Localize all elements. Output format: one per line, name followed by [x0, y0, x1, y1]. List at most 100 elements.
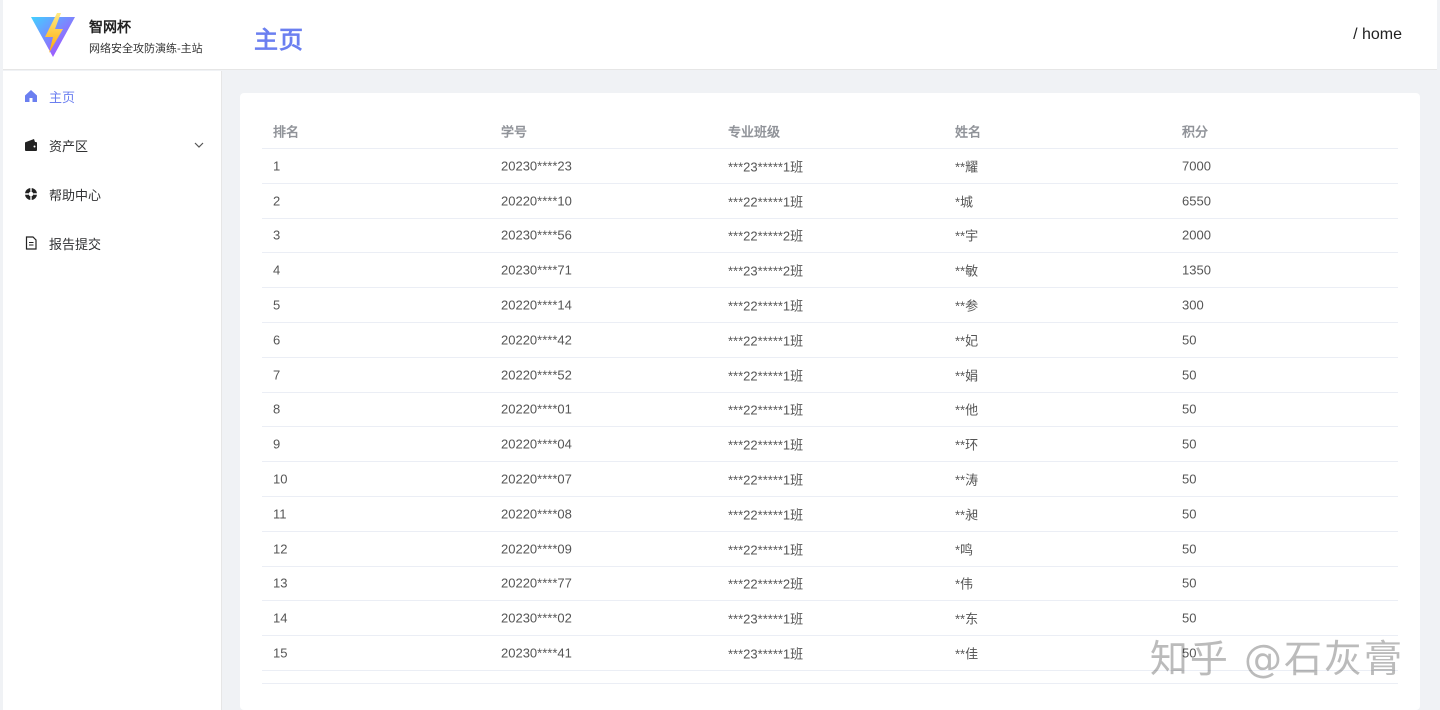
cell-name: **敏: [955, 263, 979, 279]
header-student-id[interactable]: 学号: [501, 121, 527, 140]
cell-class: ***22*****1班: [728, 542, 804, 558]
table-row[interactable]: 4 20230****71 ***23*****2班 **敏 1350: [262, 253, 1398, 289]
cell-score: 50: [1182, 367, 1197, 383]
table-row[interactable]: 5 20220****14 ***22*****1班 **参 300: [262, 288, 1398, 323]
cell-student-id: 20220****10: [501, 193, 572, 209]
cell-score: 50: [1182, 471, 1197, 487]
cell-score: 50: [1182, 436, 1197, 452]
wallet-icon: [23, 137, 39, 153]
cell-rank: 13: [273, 575, 288, 591]
breadcrumb[interactable]: / home: [1353, 26, 1402, 44]
table-header-row: 排名 学号 专业班级 姓名 积分: [262, 113, 1398, 149]
table-row[interactable]: 3 20230****56 ***22*****2班 **宇 2000: [262, 219, 1398, 254]
table-row[interactable]: 6 20220****42 ***22*****1班 **妃 50: [262, 323, 1398, 358]
cell-student-id: 20220****08: [501, 506, 572, 522]
ranking-card: 排名 学号 专业班级 姓名 积分 1 20230****23 ***23*****1…: [240, 93, 1420, 710]
app-root: 智网杯 网络安全攻防演练-主站 主页 / home 主页 资产区 帮助中心 报告…: [0, 0, 1440, 710]
sidebar-item-label: 主页: [49, 89, 76, 105]
cell-name: **涛: [955, 472, 979, 488]
cell-class: ***23*****1班: [728, 646, 804, 662]
cell-score: 6550: [1182, 193, 1211, 209]
brand-title: 智网杯: [89, 19, 131, 35]
cell-rank: 3: [273, 227, 281, 243]
cell-score: 7000: [1182, 158, 1211, 174]
help-icon: [23, 186, 39, 202]
cell-class: ***22*****1班: [728, 194, 804, 210]
cell-rank: 14: [273, 610, 288, 626]
cell-name: *鸣: [955, 542, 974, 558]
cell-name: **宇: [955, 228, 979, 244]
table-row[interactable]: 11 20220****08 ***22*****1班 **昶 50: [262, 497, 1398, 532]
cell-score: 50: [1182, 610, 1197, 626]
sidebar-item-help[interactable]: 帮助中心: [3, 174, 222, 214]
cell-class: ***22*****1班: [728, 437, 804, 453]
table-row[interactable]: 10 20220****07 ***22*****1班 **涛 50: [262, 462, 1398, 497]
cell-class: ***22*****2班: [728, 228, 804, 244]
sidebar-item-report[interactable]: 报告提交: [3, 223, 222, 263]
sidebar-item-home[interactable]: 主页: [3, 76, 222, 116]
header-name[interactable]: 姓名: [955, 121, 981, 140]
ranking-table: 排名 学号 专业班级 姓名 积分 1 20230****23 ***23*****1…: [262, 113, 1398, 671]
cell-student-id: 20220****52: [501, 367, 572, 383]
header-score[interactable]: 积分: [1182, 121, 1208, 140]
cell-student-id: 20220****09: [501, 541, 572, 557]
table-row[interactable]: 13 20220****77 ***22*****2班 *伟 50: [262, 567, 1398, 602]
table-row[interactable]: 9 20220****04 ***22*****1班 **环 50: [262, 427, 1398, 463]
cell-student-id: 20220****04: [501, 436, 572, 452]
table-row[interactable]: 12 20220****09 ***22*****1班 *鸣 50: [262, 532, 1398, 567]
cell-class: ***22*****1班: [728, 402, 804, 418]
cell-student-id: 20230****23: [501, 158, 572, 174]
cell-student-id: 20220****77: [501, 575, 572, 591]
table-footer-divider: [262, 683, 1398, 684]
cell-score: 50: [1182, 401, 1197, 417]
cell-student-id: 20230****41: [501, 645, 572, 661]
chevron-down-icon[interactable]: [194, 140, 204, 150]
home-icon: [23, 88, 39, 104]
cell-student-id: 20220****01: [501, 401, 572, 417]
cell-class: ***23*****1班: [728, 159, 804, 175]
cell-rank: 4: [273, 262, 281, 278]
header-class[interactable]: 专业班级: [728, 121, 780, 140]
cell-class: ***22*****1班: [728, 368, 804, 384]
brand-subtitle: 网络安全攻防演练-主站: [89, 43, 203, 55]
cell-rank: 1: [273, 158, 281, 174]
cell-rank: 12: [273, 541, 288, 557]
cell-score: 50: [1182, 332, 1197, 348]
cell-name: *城: [955, 194, 974, 210]
cell-score: 50: [1182, 541, 1197, 557]
table-row[interactable]: 7 20220****52 ***22*****1班 **娟 50: [262, 358, 1398, 393]
cell-name: **环: [955, 437, 979, 453]
cell-name: *伟: [955, 576, 974, 592]
cell-name: **娟: [955, 368, 979, 384]
cell-student-id: 20220****14: [501, 297, 572, 313]
cell-rank: 9: [273, 436, 281, 452]
cell-class: ***22*****2班: [728, 576, 804, 592]
page-title: 主页: [254, 27, 304, 54]
cell-student-id: 20230****71: [501, 262, 572, 278]
cell-student-id: 20230****02: [501, 610, 572, 626]
sidebar-item-label: 报告提交: [49, 236, 102, 252]
sidebar-item-label: 资产区: [49, 138, 89, 154]
cell-rank: 2: [273, 193, 281, 209]
cell-rank: 5: [273, 297, 281, 313]
cell-name: **东: [955, 611, 979, 627]
cell-class: ***22*****1班: [728, 507, 804, 523]
vite-logo-icon: [31, 13, 75, 57]
watermark: 知乎 @石灰膏: [1149, 637, 1404, 681]
table-row[interactable]: 8 20220****01 ***22*****1班 **他 50: [262, 393, 1398, 428]
cell-rank: 15: [273, 645, 288, 661]
cell-rank: 10: [273, 471, 288, 487]
cell-class: ***22*****1班: [728, 333, 804, 349]
cell-class: ***23*****2班: [728, 263, 804, 279]
cell-rank: 6: [273, 332, 281, 348]
cell-name: **耀: [955, 159, 979, 175]
cell-rank: 7: [273, 367, 281, 383]
cell-score: 50: [1182, 575, 1197, 591]
sidebar-item-assets[interactable]: 资产区: [3, 125, 222, 165]
header-rank[interactable]: 排名: [273, 121, 299, 140]
cell-class: ***23*****1班: [728, 611, 804, 627]
cell-score: 1350: [1182, 262, 1211, 278]
cell-student-id: 20220****07: [501, 471, 572, 487]
table-row[interactable]: 1 20230****23 ***23*****1班 **耀 7000: [262, 149, 1398, 184]
table-row[interactable]: 2 20220****10 ***22*****1班 *城 6550: [262, 184, 1398, 219]
